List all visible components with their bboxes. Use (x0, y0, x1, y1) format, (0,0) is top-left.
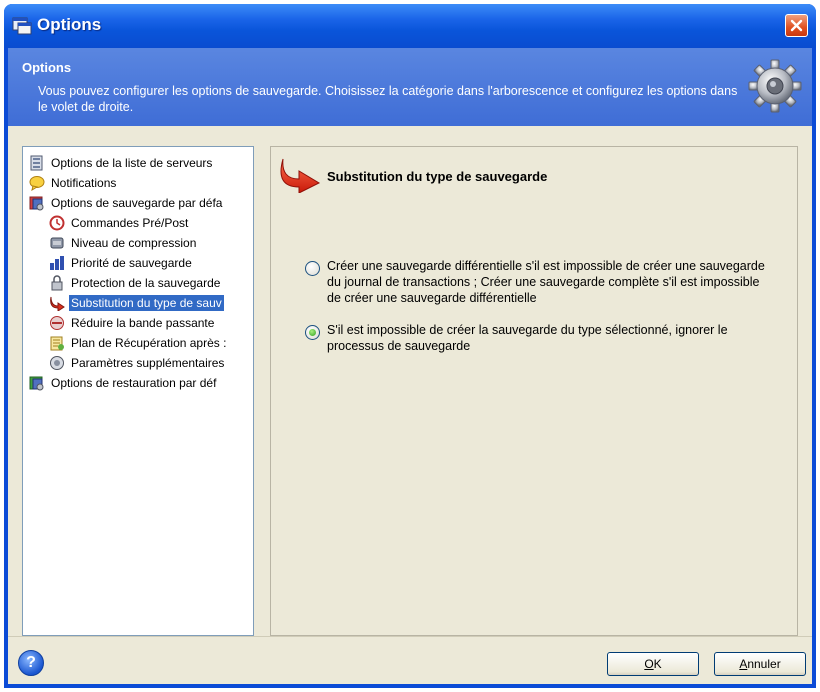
header-description: Vous pouvez configurer les options de sa… (38, 84, 738, 114)
tree-item-default-backup-options[interactable]: Options de sauvegarde par défa (29, 193, 222, 213)
bandwidth-icon (50, 316, 64, 330)
dialog-client-area: Options Vous pouvez configurer les optio… (8, 48, 812, 684)
options-window: Options Options Vous pouvez configurer l… (4, 4, 816, 688)
tree-item-default-restore-options[interactable]: Options de restauration par déf (29, 373, 216, 393)
title-bar[interactable]: Options (4, 4, 816, 48)
protection-icon (51, 275, 63, 291)
compression-icon (50, 237, 64, 249)
gear-icon (748, 59, 802, 113)
tree-item-label: Substitution du type de sauv (69, 295, 224, 311)
cancel-button[interactable]: Annuler (714, 652, 806, 676)
help-icon: ? (26, 654, 36, 671)
tree-item-label: Options de restauration par déf (51, 376, 217, 390)
option-differential-fallback[interactable]: Créer une sauvegarde différentielle s'il… (305, 258, 775, 306)
footer-divider (8, 636, 812, 637)
settings-icon (50, 356, 64, 370)
radio-label: S'il est impossible de créer la sauvegar… (327, 323, 728, 353)
tree-item-backup-priority[interactable]: Priorité de sauvegarde (49, 253, 192, 273)
substitution-icon (50, 296, 65, 311)
tree-item-label: Protection de la sauvegarde (71, 276, 221, 290)
tree-item-recovery-plan[interactable]: Plan de Récupération après : (49, 333, 226, 353)
tree-item-label: Options de la liste de serveurs (51, 156, 213, 170)
radio-ignore-backup[interactable] (305, 325, 320, 340)
tree-item-compression-level[interactable]: Niveau de compression (49, 233, 196, 253)
server-list-icon (30, 155, 43, 171)
options-tree[interactable]: Options de la liste de serveurs Notifica… (22, 146, 254, 636)
ok-label-rest: K (653, 657, 662, 671)
notification-icon (29, 176, 45, 191)
tree-item-label: Priorité de sauvegarde (71, 256, 192, 270)
window-title: Options (37, 15, 102, 34)
tree-item-reduce-bandwidth[interactable]: Réduire la bande passante (49, 313, 214, 333)
radio-differential-fallback[interactable] (305, 261, 320, 276)
tree-item-label: Commandes Pré/Post (71, 216, 189, 230)
restore-options-icon (29, 376, 44, 391)
tree-item-backup-protection[interactable]: Protection de la sauvegarde (49, 273, 220, 293)
settings-panel: Substitution du type de sauvegarde Créer… (270, 146, 798, 636)
tree-item-server-list-options[interactable]: Options de la liste de serveurs (29, 153, 212, 173)
tree-item-label: Réduire la bande passante (71, 316, 215, 330)
ok-mnemonic: O (644, 657, 654, 671)
close-button[interactable] (785, 14, 808, 37)
cancel-label-rest: nnuler (747, 657, 781, 671)
tree-item-notifications[interactable]: Notifications (29, 173, 116, 193)
header-title: Options (22, 60, 72, 75)
recovery-plan-icon (50, 336, 64, 351)
help-button[interactable]: ? (18, 650, 44, 676)
command-icon (49, 215, 65, 231)
tree-item-label: Options de sauvegarde par défa (51, 196, 223, 210)
cancel-mnemonic: A (739, 657, 748, 671)
tree-item-backup-type-substitution[interactable]: Substitution du type de sauv (49, 293, 224, 313)
tree-item-label: Notifications (51, 176, 117, 190)
tree-item-pre-post-commands[interactable]: Commandes Pré/Post (49, 213, 188, 233)
close-icon (790, 19, 803, 32)
panel-title: Substitution du type de sauvegarde (327, 169, 548, 184)
ok-button[interactable]: OK (607, 652, 699, 676)
tree-item-label: Plan de Récupération après : (71, 336, 227, 350)
tree-item-label: Paramètres supplémentaires (71, 356, 225, 370)
options-window-icon (12, 17, 32, 35)
substitution-arrow-icon (280, 158, 321, 193)
tree-item-label: Niveau de compression (71, 236, 197, 250)
backup-options-icon (29, 196, 44, 211)
option-ignore-backup[interactable]: S'il est impossible de créer la sauvegar… (305, 322, 775, 354)
priority-icon (50, 256, 64, 270)
dialog-header: Options Vous pouvez configurer les optio… (8, 48, 812, 126)
radio-label: Créer une sauvegarde différentielle s'il… (327, 259, 765, 305)
tree-item-additional-settings[interactable]: Paramètres supplémentaires (49, 353, 224, 373)
